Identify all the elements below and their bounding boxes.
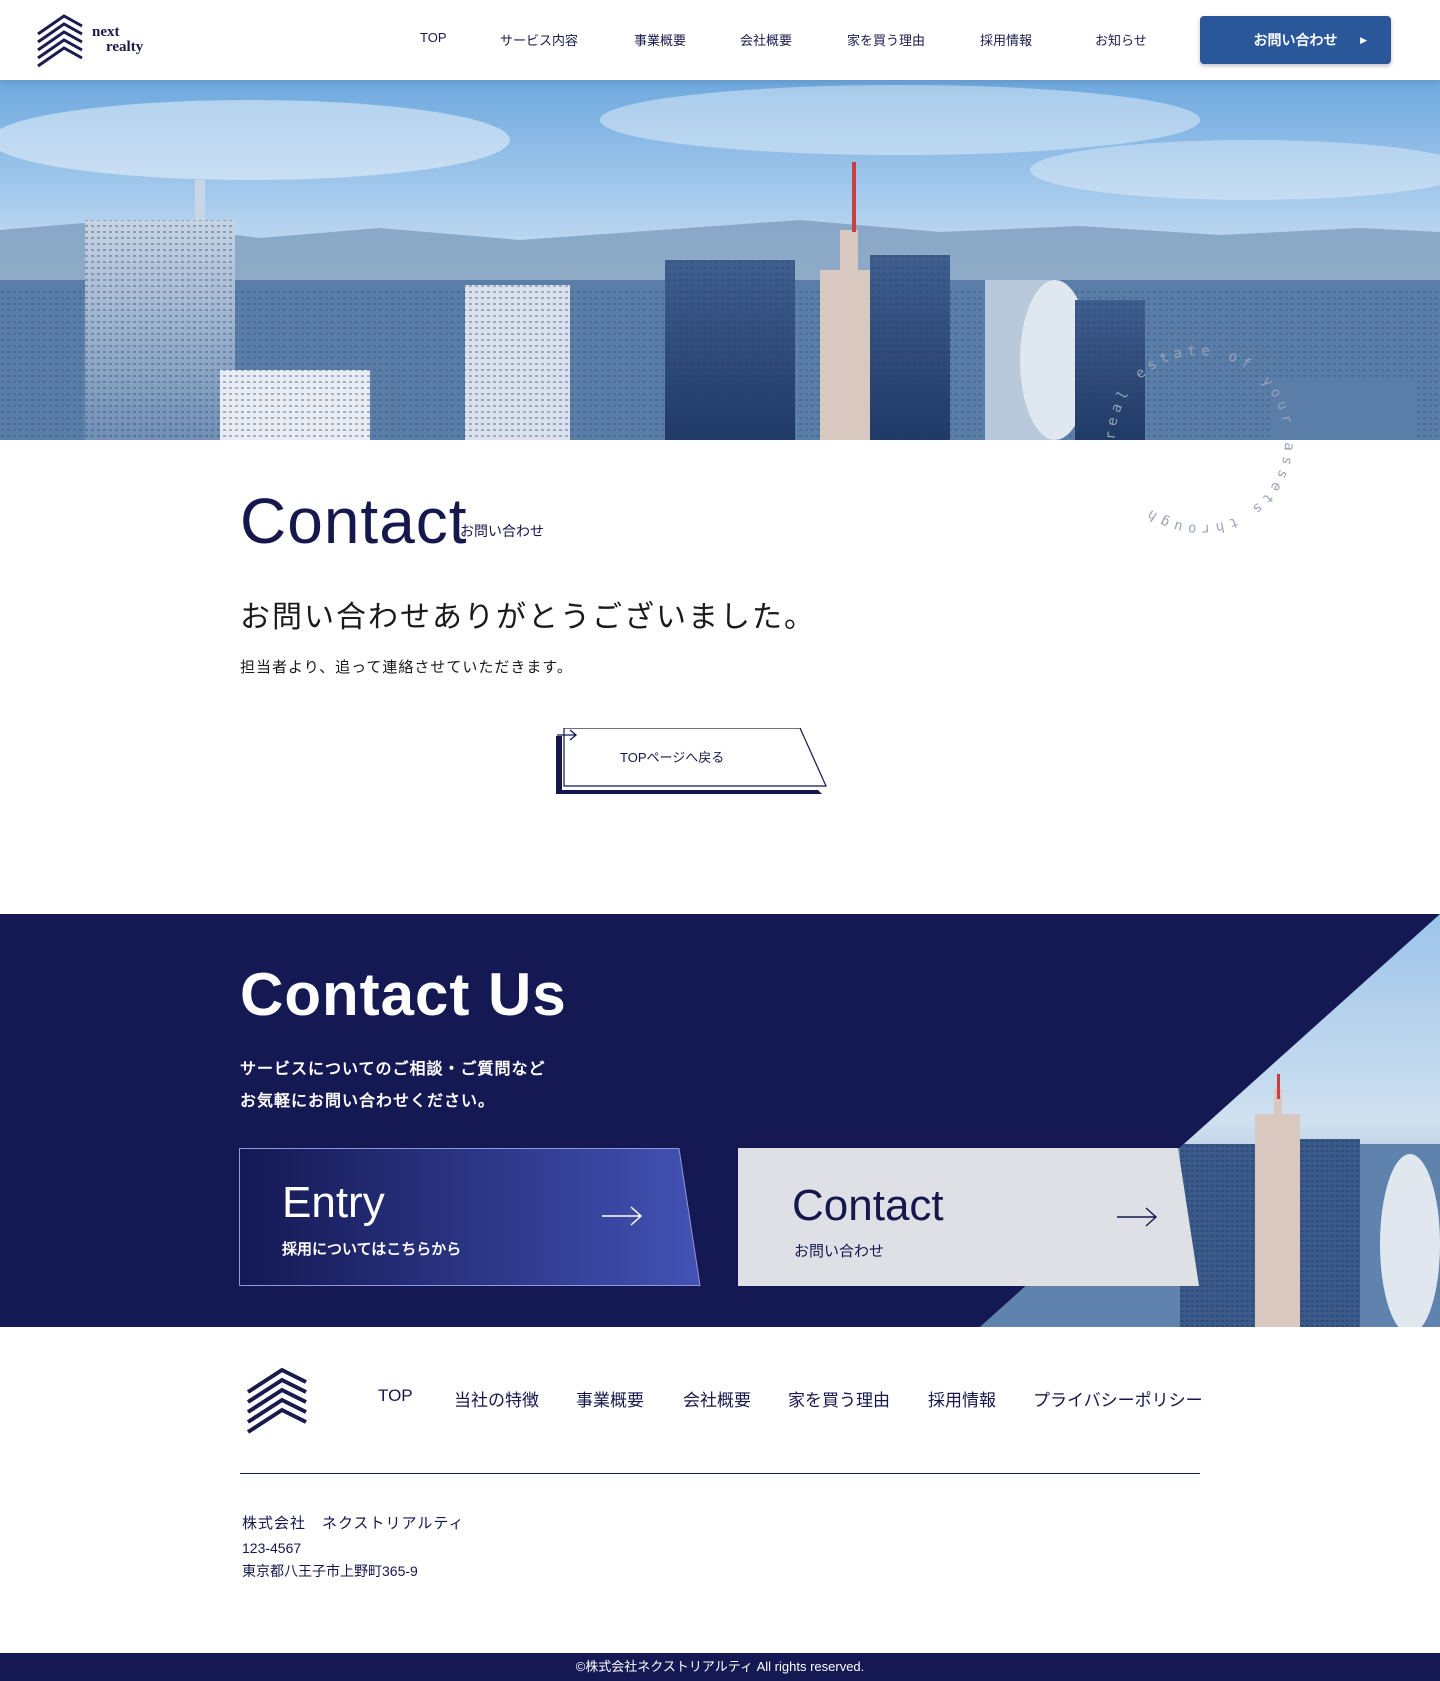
footer-company-name: 株式会社 ネクストリアルティ	[242, 1515, 465, 1532]
entry-card-title: Entry	[282, 1178, 385, 1227]
contact-card-subtitle: お問い合わせ	[794, 1243, 885, 1260]
nav-why-buy[interactable]: 家を買う理由	[847, 30, 925, 49]
back-button-label: TOPページへ戻る	[620, 750, 725, 765]
hero-cityscape-image	[0, 80, 1440, 440]
footer-nav-business[interactable]: 事業概要	[576, 1386, 644, 1411]
contact-us-heading: Contact Us	[240, 961, 567, 1028]
back-to-top-button[interactable]: TOPページへ戻る	[556, 728, 828, 794]
footer-nav-features[interactable]: 当社の特徴	[454, 1386, 539, 1411]
thank-you-heading: お問い合わせありがとうございました。	[240, 601, 816, 634]
entry-card-button[interactable]: Entry 採用についてはこちらから	[239, 1148, 701, 1286]
band-cityscape-image	[980, 914, 1440, 1327]
triangle-right-icon: ▶	[1360, 35, 1367, 45]
footer-nav-company[interactable]: 会社概要	[683, 1386, 751, 1411]
nav-news[interactable]: お知らせ	[1095, 30, 1147, 49]
nav-top[interactable]: TOP	[420, 30, 447, 45]
footer-nav-privacy[interactable]: プライバシーポリシー	[1033, 1386, 1203, 1411]
arrow-right-icon	[1117, 1207, 1158, 1227]
copyright-bar: ©株式会社ネクストリアルティ All rights reserved.	[0, 1653, 1440, 1681]
footer-address: 東京都八王子市上野町365-9	[242, 1563, 418, 1579]
description-line-2: お気軽にお問い合わせください。	[240, 1093, 496, 1110]
contact-cta-button[interactable]: お問い合わせ ▶	[1200, 16, 1391, 64]
footer-divider	[240, 1473, 1200, 1474]
cityscape-illustration	[0, 80, 1440, 440]
contact-us-section: Contact Us サービスについてのご相談・ご質問など お気軽にお問い合わせ…	[0, 914, 1440, 1327]
footer-nav-why-buy[interactable]: 家を買う理由	[788, 1386, 890, 1411]
nav-recruit[interactable]: 採用情報	[980, 30, 1032, 49]
nav-services[interactable]: サービス内容	[500, 30, 578, 49]
footer-logo-icon[interactable]	[246, 1364, 310, 1436]
footer-nav-recruit[interactable]: 採用情報	[928, 1386, 996, 1411]
page-title: Contact	[240, 485, 468, 557]
followup-message: 担当者より、追って連絡させていただきます。	[240, 659, 573, 676]
footer-nav-top[interactable]: TOP	[378, 1386, 413, 1406]
arrow-right-icon	[557, 729, 578, 741]
footer-postal-code: 123-4567	[242, 1540, 302, 1556]
contact-card-title: Contact	[792, 1181, 944, 1230]
site-header: next realty TOP サービス内容 事業概要 会社概要 家を買う理由 …	[0, 0, 1440, 80]
contact-us-description: サービスについてのご相談・ご質問など お気軽にお問い合わせください。	[240, 1054, 546, 1118]
contact-card-button[interactable]: Contact お問い合わせ	[738, 1148, 1200, 1286]
entry-card-subtitle: 採用についてはこちらから	[282, 1241, 462, 1258]
nav-company[interactable]: 会社概要	[740, 30, 792, 49]
nav-business[interactable]: 事業概要	[634, 30, 686, 49]
page-subtitle: お問い合わせ	[460, 523, 544, 539]
contact-cta-label: お問い合わせ	[1253, 32, 1338, 48]
arrow-right-icon	[602, 1206, 643, 1226]
description-line-1: サービスについてのご相談・ご質問など	[240, 1061, 546, 1078]
